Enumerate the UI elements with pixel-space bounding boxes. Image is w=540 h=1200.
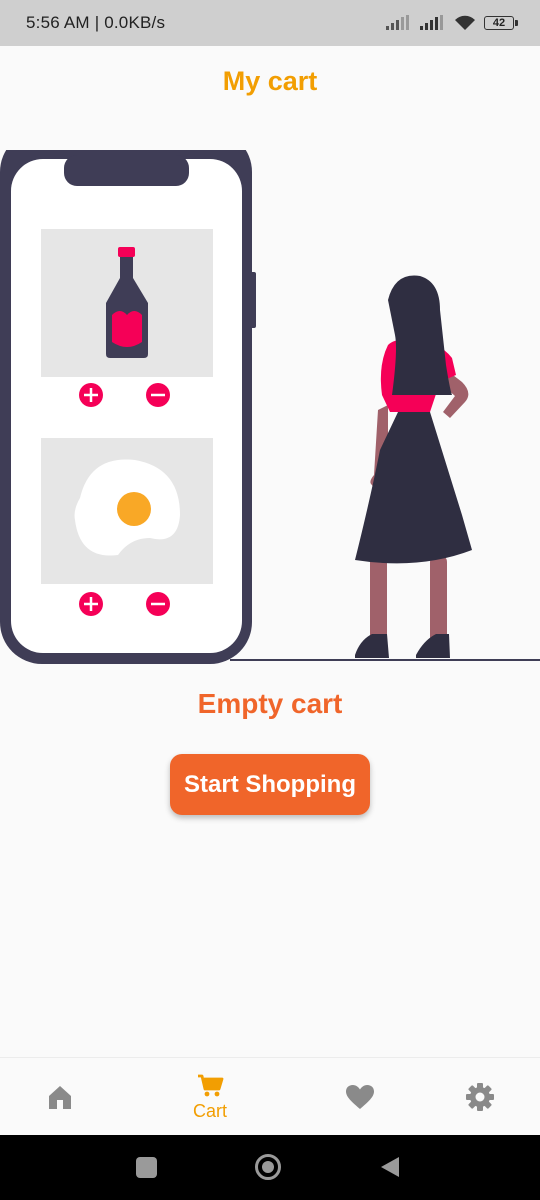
empty-cart-message: Empty cart <box>197 688 343 719</box>
plus-icon <box>79 383 103 407</box>
bottom-navigation: Cart <box>0 1057 540 1136</box>
nav-cart[interactable]: Cart <box>160 1058 260 1136</box>
status-bar: 5:56 AM | 0.0KB/s 42 <box>0 0 540 46</box>
nav-home[interactable] <box>10 1058 110 1136</box>
home-icon <box>49 1086 71 1109</box>
start-shopping-button[interactable]: Start Shopping <box>170 754 370 815</box>
cart-icon <box>198 1074 224 1096</box>
minus-icon <box>146 383 170 407</box>
nav-favorites[interactable] <box>310 1058 410 1136</box>
status-icons: 42 <box>386 15 518 31</box>
minus-icon <box>146 592 170 616</box>
signal-icon <box>420 15 443 30</box>
plus-icon <box>79 592 103 616</box>
nav-settings[interactable] <box>430 1058 530 1136</box>
gear-icon <box>466 1083 494 1111</box>
home-button-icon[interactable] <box>254 1153 282 1181</box>
battery-level: 42 <box>492 17 506 29</box>
back-icon[interactable] <box>380 1156 400 1178</box>
woman-icon <box>355 275 472 658</box>
heart-icon <box>346 1085 374 1109</box>
system-navigation-bar <box>0 1135 540 1200</box>
phone-icon <box>0 150 256 664</box>
wifi-icon <box>455 15 475 30</box>
nav-cart-label: Cart <box>192 1100 227 1121</box>
signal-icon <box>386 15 409 30</box>
recents-icon[interactable] <box>136 1157 157 1178</box>
status-text: 5:56 AM | 0.0KB/s <box>26 13 166 32</box>
page-title: My cart <box>222 66 318 96</box>
empty-cart-illustration <box>0 150 540 664</box>
battery-icon: 42 <box>484 16 518 30</box>
